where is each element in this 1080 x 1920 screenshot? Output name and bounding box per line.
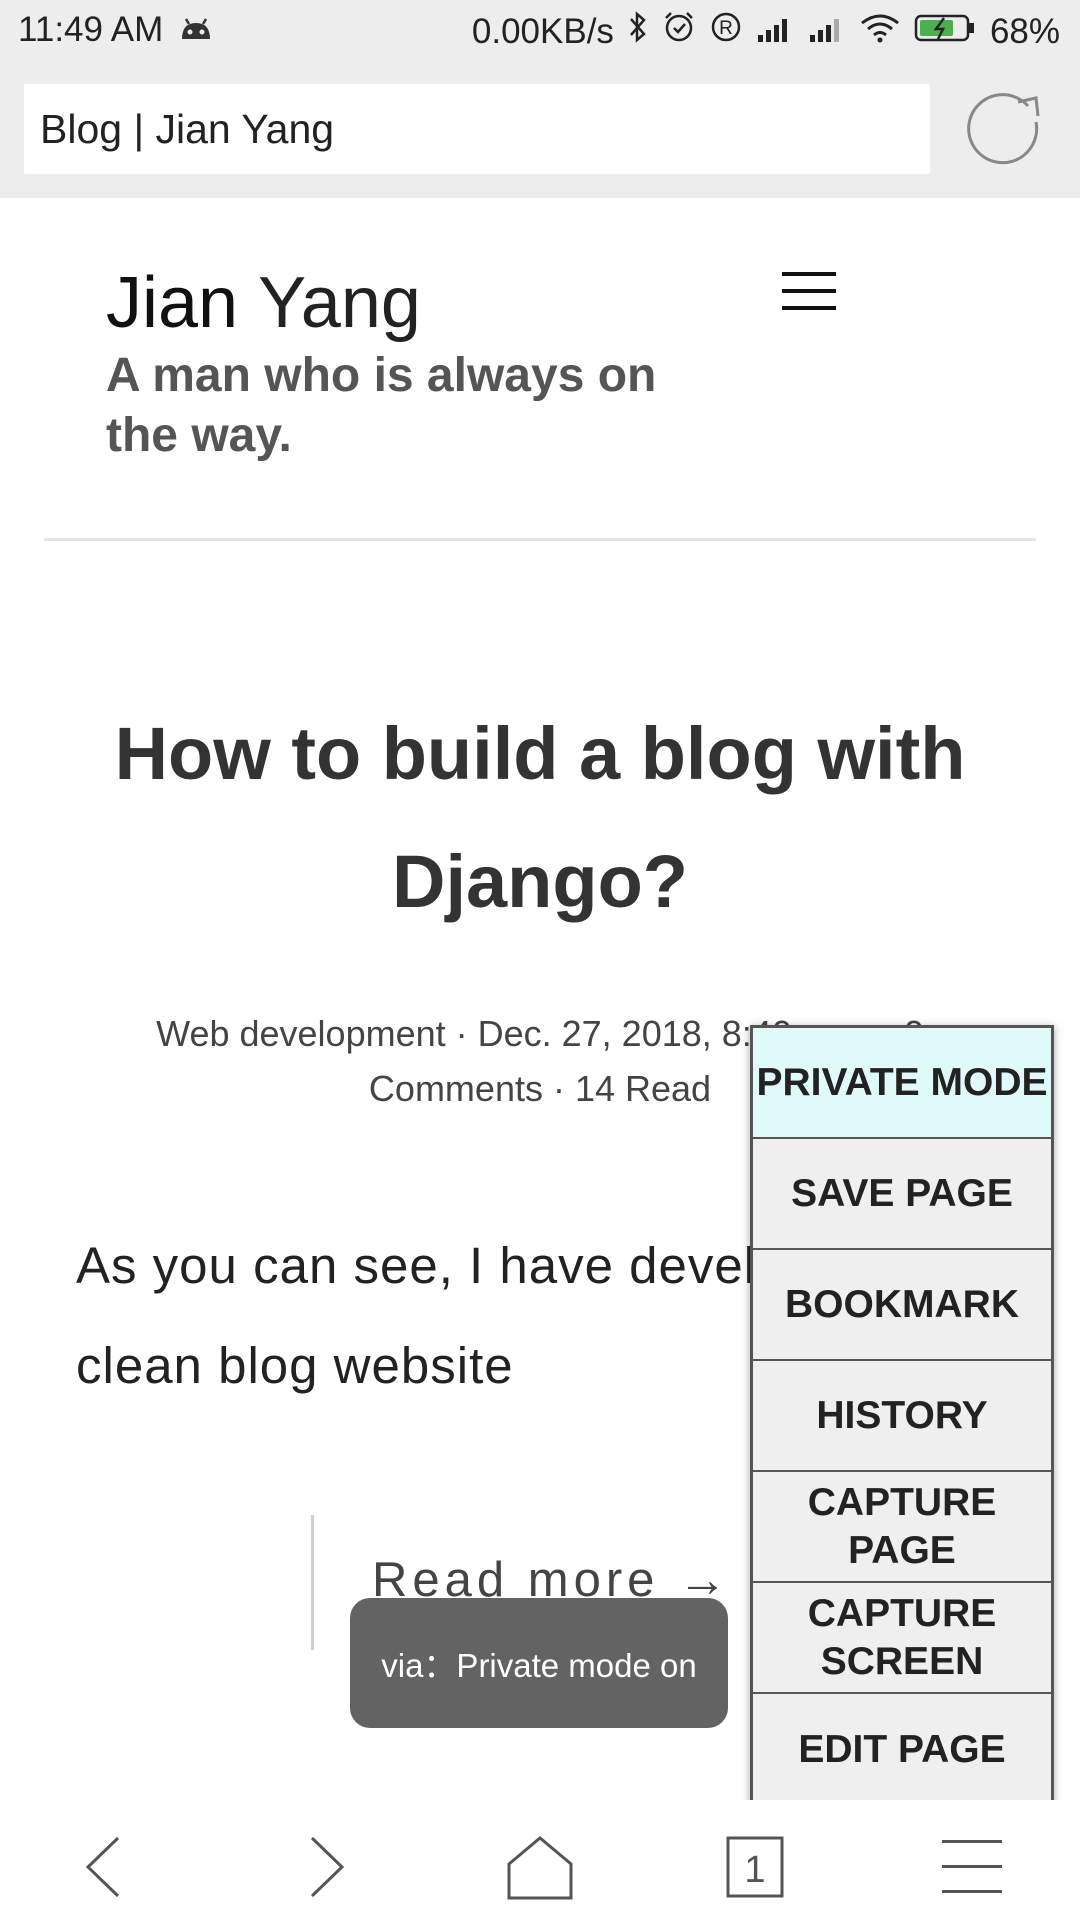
menu-item-private-mode[interactable]: PRIVATE MODE xyxy=(753,1028,1051,1139)
bluetooth-icon xyxy=(628,10,648,53)
wifi-icon xyxy=(860,12,900,52)
back-icon[interactable] xyxy=(70,1832,140,1902)
header-divider xyxy=(44,538,1036,541)
tabs-icon[interactable]: 1 xyxy=(720,1832,790,1902)
menu-item-save-page[interactable]: SAVE PAGE xyxy=(753,1139,1051,1250)
status-bar: 11:49 AM 0.00KB/s R 68% xyxy=(0,0,1080,60)
menu-item-capture-screen[interactable]: CAPTURE SCREEN xyxy=(753,1583,1051,1694)
read-more-border xyxy=(311,1515,314,1650)
battery-level: 68% xyxy=(989,11,1060,51)
bottom-toolbar: 1 xyxy=(0,1800,1080,1920)
toast-message: via：Private mode on xyxy=(350,1598,728,1728)
hamburger-menu-icon[interactable] xyxy=(782,270,836,312)
post-title[interactable]: How to build a blog with Django? xyxy=(100,690,980,946)
url-bar: Blog | Jian Yang xyxy=(0,60,1080,198)
signal-icon xyxy=(756,12,794,52)
svg-text:R: R xyxy=(719,18,733,39)
android-icon xyxy=(179,10,213,50)
url-title: Blog | Jian Yang xyxy=(40,106,335,152)
toast-text: via：Private mode on xyxy=(381,1647,697,1684)
site-name[interactable]: Jian Yang xyxy=(106,262,421,344)
registered-icon: R xyxy=(710,11,742,52)
url-field[interactable]: Blog | Jian Yang xyxy=(24,84,930,174)
browser-popup-menu: PRIVATE MODE SAVE PAGE BOOKMARK HISTORY … xyxy=(750,1025,1054,1805)
site-name-first: Jian xyxy=(106,263,239,343)
battery-charging-icon xyxy=(914,12,976,52)
home-icon[interactable] xyxy=(505,1832,575,1902)
net-speed: 0.00KB/s xyxy=(471,11,614,51)
site-tagline: A man who is always on the way. xyxy=(106,349,657,462)
alarm-icon xyxy=(662,10,696,53)
menu-item-bookmark[interactable]: BOOKMARK xyxy=(753,1250,1051,1361)
menu-icon[interactable] xyxy=(938,1832,1008,1902)
site-name-last: Yang xyxy=(258,263,421,343)
forward-icon[interactable] xyxy=(290,1832,360,1902)
tab-count: 1 xyxy=(744,1849,765,1891)
signal-icon-2 xyxy=(808,12,846,52)
reload-icon[interactable] xyxy=(958,82,1050,174)
menu-item-history[interactable]: HISTORY xyxy=(753,1361,1051,1472)
menu-item-capture-page[interactable]: CAPTURE PAGE xyxy=(753,1472,1051,1583)
menu-item-edit-page[interactable]: EDIT PAGE xyxy=(753,1694,1051,1805)
status-time: 11:49 AM xyxy=(18,10,164,49)
